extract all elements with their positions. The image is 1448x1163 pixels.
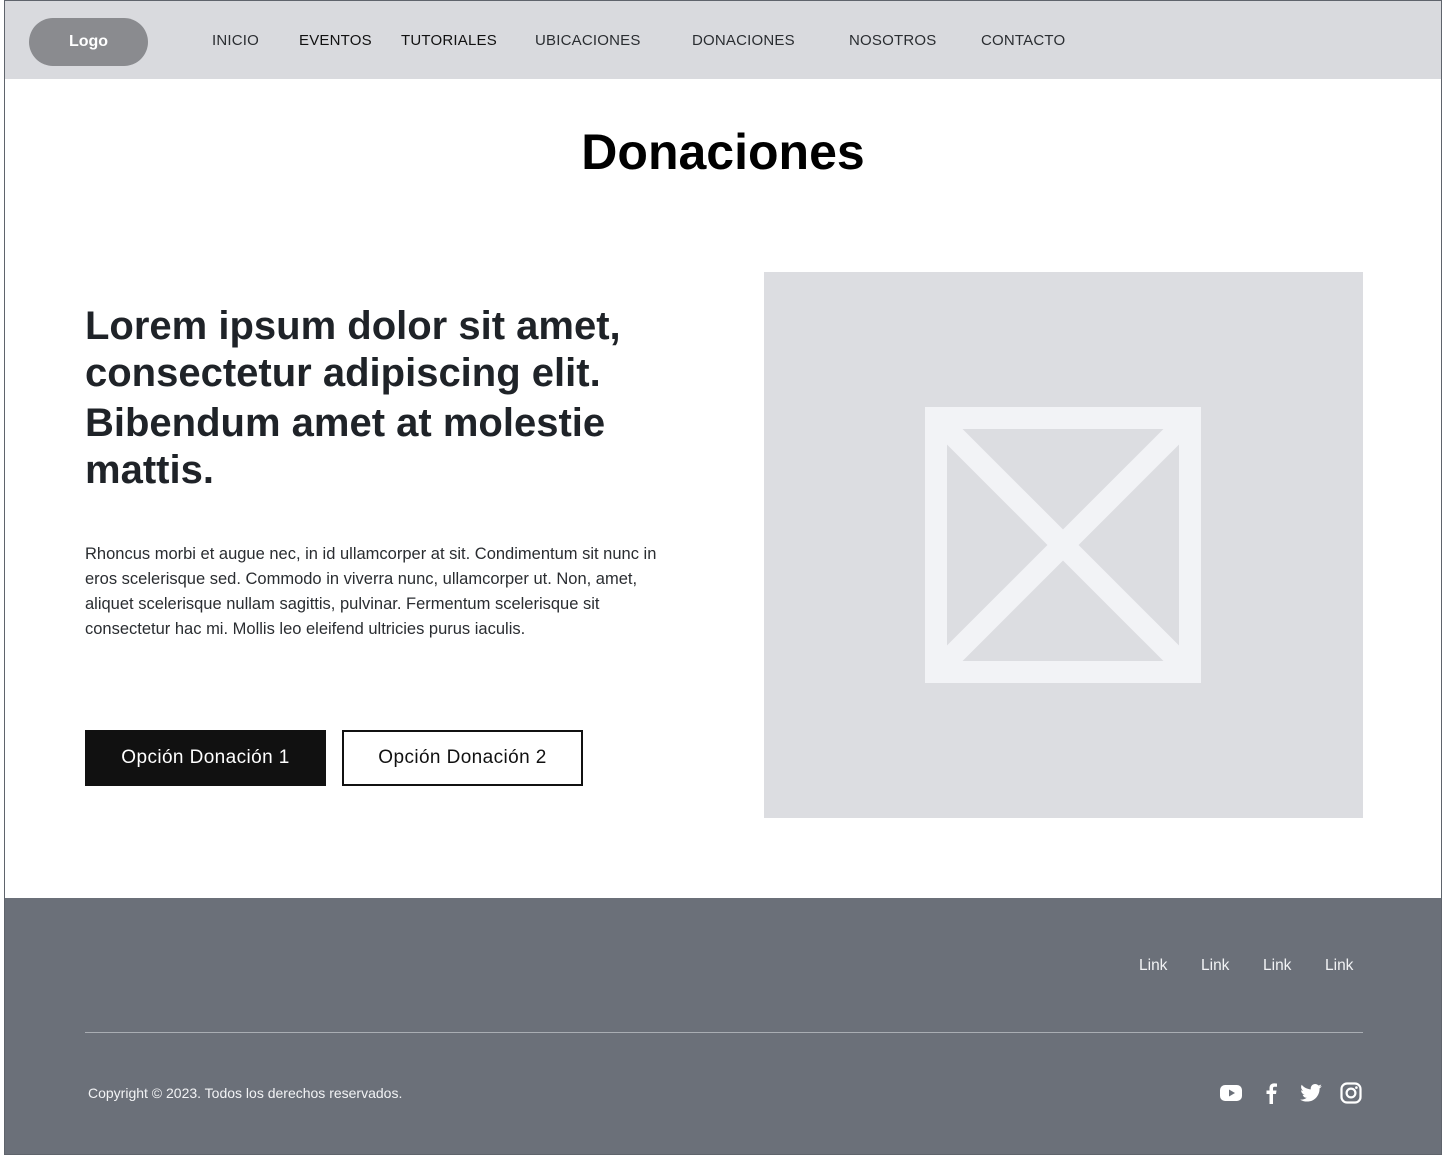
top-navbar: Logo INICIO EVENTOS TUTORIALES UBICACION… bbox=[5, 1, 1441, 79]
nav-nosotros[interactable]: NOSOTROS bbox=[849, 32, 936, 49]
facebook-icon[interactable] bbox=[1259, 1081, 1283, 1105]
image-placeholder bbox=[764, 272, 1363, 818]
page-title: Donaciones bbox=[581, 124, 865, 180]
image-placeholder-icon bbox=[925, 407, 1201, 683]
footer-link[interactable]: Link bbox=[1201, 957, 1229, 975]
donation-option-1-button[interactable]: Opción Donación 1 bbox=[85, 730, 326, 786]
nav-ubicaciones[interactable]: UBICACIONES bbox=[535, 32, 641, 49]
nav-tutoriales[interactable]: TUTORIALES bbox=[401, 32, 497, 49]
hero-description: Rhoncus morbi et augue nec, in id ullamc… bbox=[85, 545, 657, 638]
nav-contacto[interactable]: CONTACTO bbox=[981, 32, 1065, 49]
footer-divider bbox=[85, 1032, 1363, 1033]
hero-heading-line: mattis. bbox=[85, 448, 214, 492]
youtube-icon[interactable] bbox=[1219, 1081, 1243, 1105]
nav-donaciones[interactable]: DONACIONES bbox=[692, 32, 795, 49]
copyright-text: Copyright © 2023. Todos los derechos res… bbox=[88, 1085, 403, 1101]
hero-heading-line: consectetur adipiscing elit. bbox=[85, 351, 601, 395]
instagram-icon[interactable] bbox=[1339, 1081, 1363, 1105]
footer-link[interactable]: Link bbox=[1325, 957, 1353, 975]
twitter-icon[interactable] bbox=[1299, 1081, 1323, 1105]
hero-heading: Lorem ipsum dolor sit amet, consectetur … bbox=[85, 303, 685, 494]
page-frame: Logo INICIO EVENTOS TUTORIALES UBICACION… bbox=[4, 0, 1442, 1155]
donation-option-2-button[interactable]: Opción Donación 2 bbox=[342, 730, 583, 786]
nav-inicio[interactable]: INICIO bbox=[212, 32, 259, 49]
hero-heading-line: Bibendum amet at molestie bbox=[85, 401, 606, 445]
nav-eventos[interactable]: EVENTOS bbox=[299, 32, 372, 49]
footer-link[interactable]: Link bbox=[1139, 957, 1167, 975]
footer: Link Link Link Link Copyright © 2023. To… bbox=[5, 898, 1441, 1154]
hero-heading-line: Lorem ipsum dolor sit amet, bbox=[85, 304, 621, 348]
footer-link[interactable]: Link bbox=[1263, 957, 1291, 975]
logo[interactable]: Logo bbox=[29, 18, 148, 66]
